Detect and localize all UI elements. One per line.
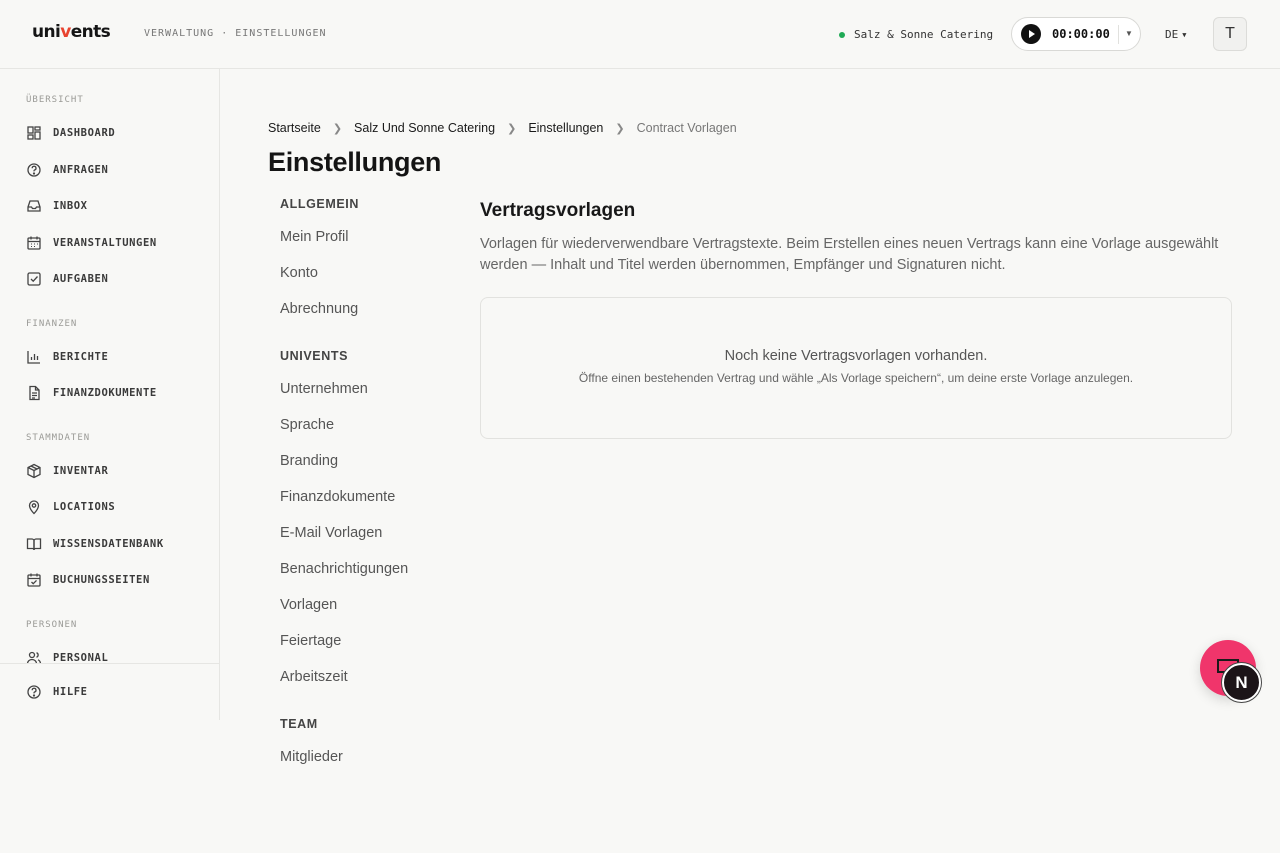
calendar-icon <box>27 236 41 250</box>
chevron-down-icon[interactable]: ▼ <box>1125 29 1133 38</box>
language-switcher[interactable]: DE ▼ <box>1165 28 1186 41</box>
help-circle-icon <box>27 163 41 177</box>
sidebar-section-label: FINANZEN <box>26 319 78 329</box>
sidebar-item-inventar[interactable]: INVENTAR <box>26 461 108 481</box>
breadcrumb: Startseite ❯ Salz Und Sonne Catering ❯ E… <box>268 121 737 135</box>
empty-state-card: Noch keine Vertragsvorlagen vorhanden. Ö… <box>480 297 1232 439</box>
sidebar-item-label: WISSENSDATENBANK <box>53 538 164 550</box>
chevron-right-icon: ❯ <box>507 122 517 135</box>
logo-text-suffix: ents <box>70 22 111 42</box>
timer-value: 00:00:00 <box>1052 27 1110 41</box>
chevron-right-icon: ❯ <box>615 122 625 135</box>
sidebar-item-label: BUCHUNGSSEITEN <box>53 574 150 586</box>
sidebar-item-label: LOCATIONS <box>53 501 116 513</box>
settings-link-finanzdokumente[interactable]: Finanzdokumente <box>280 489 395 505</box>
sidebar-item-dashboard[interactable]: DASHBOARD <box>26 123 115 143</box>
sidebar-item-label: AUFGABEN <box>53 273 109 285</box>
sidebar-item-aufgaben[interactable]: AUFGABEN <box>26 269 108 289</box>
sidebar-item-label: DASHBOARD <box>53 127 116 139</box>
sidebar-item-locations[interactable]: LOCATIONS <box>26 497 115 517</box>
timer-divider <box>1118 25 1119 44</box>
header-context: VERWALTUNG · EINSTELLUNGEN <box>144 28 327 39</box>
sidebar-item-label: BERICHTE <box>53 351 109 363</box>
sidebar-item-label: VERANSTALTUNGEN <box>53 237 157 249</box>
settings-group-label: UNIVENTS <box>280 349 349 363</box>
help-circle-icon <box>27 685 41 699</box>
user-avatar[interactable]: T <box>1213 17 1247 51</box>
section-description: Vorlagen für wiederverwendbare Vertragst… <box>480 236 1219 273</box>
sidebar-item-berichte[interactable]: BERICHTE <box>26 347 108 367</box>
map-pin-icon <box>28 500 40 515</box>
online-status-dot <box>839 31 845 38</box>
sidebar-item-wissensdatenbank[interactable]: WISSENSDATENBANK <box>26 534 164 554</box>
sidebar-item-buchungsseiten[interactable]: BUCHUNGSSEITEN <box>26 570 150 590</box>
calendar-check-icon <box>27 573 41 587</box>
settings-link-mitglieder[interactable]: Mitglieder <box>280 749 343 765</box>
sidebar-section-label: ÜBERSICHT <box>26 95 84 105</box>
breadcrumb-link-home[interactable]: Startseite <box>268 121 321 135</box>
sidebar-item-finanzdokumente[interactable]: FINANZDOKUMENTE <box>26 383 157 403</box>
settings-link-benachrichtigungen[interactable]: Benachrichtigungen <box>280 561 408 577</box>
dev-tools-badge[interactable]: N <box>1222 663 1261 702</box>
sidebar-item-label: HILFE <box>53 686 88 698</box>
sidebar-item-label: INVENTAR <box>53 465 109 477</box>
breadcrumb-current: Contract Vorlagen <box>636 121 737 135</box>
dashboard-icon <box>27 126 41 140</box>
sidebar-item-inbox[interactable]: INBOX <box>26 196 88 216</box>
logo-text-prefix: uni <box>32 22 61 42</box>
settings-link-feiertage[interactable]: Feiertage <box>280 633 341 649</box>
sidebar-item-veranstaltungen[interactable]: VERANSTALTUNGEN <box>26 233 157 253</box>
language-label: DE <box>1165 28 1179 41</box>
settings-link-unternehmen[interactable]: Unternehmen <box>280 381 368 397</box>
bar-chart-icon <box>27 351 40 364</box>
chevron-right-icon: ❯ <box>332 122 343 135</box>
app-logo[interactable]: univents <box>32 22 111 42</box>
play-icon[interactable] <box>1021 24 1041 44</box>
inbox-icon <box>27 200 41 212</box>
settings-link-vorlagen[interactable]: Vorlagen <box>280 597 337 613</box>
settings-link-sprache[interactable]: Sprache <box>280 417 334 433</box>
org-name: Salz & Sonne Catering <box>854 28 994 41</box>
time-tracker: 00:00:00 ▼ <box>1011 17 1141 51</box>
settings-link-arbeitszeit[interactable]: Arbeitszeit <box>280 669 348 685</box>
empty-state-title: Noch keine Vertragsvorlagen vorhanden. <box>724 348 988 364</box>
top-bar: univents VERWALTUNG · EINSTELLUNGEN Salz… <box>0 0 1280 69</box>
sidebar-item-label: FINANZDOKUMENTE <box>53 387 157 399</box>
section-title: Vertragsvorlagen <box>480 200 636 221</box>
settings-group-label: TEAM <box>280 717 318 731</box>
sidebar-item-anfragen[interactable]: ANFRAGEN <box>26 160 108 180</box>
settings-link-konto[interactable]: Konto <box>280 265 318 281</box>
book-icon <box>26 538 42 551</box>
sidebar: ÜBERSICHT DASHBOARD ANFRAGEN INBOX VERAN… <box>0 69 220 720</box>
settings-link-branding[interactable]: Branding <box>280 453 338 469</box>
settings-link-email-vorlagen[interactable]: E-Mail Vorlagen <box>280 525 382 541</box>
chevron-down-icon: ▼ <box>1182 31 1187 39</box>
settings-link-abrechnung[interactable]: Abrechnung <box>280 301 358 317</box>
org-switcher[interactable]: Salz & Sonne Catering <box>839 28 993 41</box>
sidebar-item-label: ANFRAGEN <box>53 164 109 176</box>
settings-group-label: ALLGEMEIN <box>280 197 360 211</box>
checkbox-icon <box>27 272 41 286</box>
sidebar-section-label: STAMMDATEN <box>26 433 91 443</box>
empty-state-hint: Öffne einen bestehenden Vertrag und wähl… <box>578 371 1134 385</box>
document-icon <box>29 385 40 401</box>
sidebar-item-hilfe[interactable]: HILFE <box>26 682 88 702</box>
box-icon <box>27 463 41 479</box>
breadcrumb-link-settings[interactable]: Einstellungen <box>528 121 603 135</box>
sidebar-item-label: INBOX <box>53 200 88 212</box>
page-title: Einstellungen <box>268 147 442 177</box>
breadcrumb-link-org[interactable]: Salz Und Sonne Catering <box>354 121 495 135</box>
settings-link-mein-profil[interactable]: Mein Profil <box>280 229 349 245</box>
sidebar-section-label: PERSONEN <box>26 620 78 630</box>
logo-text-accent: v <box>60 22 71 42</box>
sidebar-footer: HILFE <box>0 663 219 720</box>
